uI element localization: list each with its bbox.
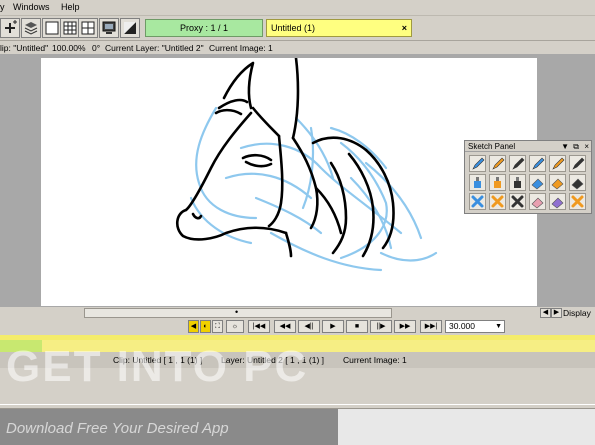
horse-sketch (176, 56, 438, 272)
pencil-orange-icon[interactable] (489, 155, 506, 172)
zoom-info: 100.00% (52, 43, 86, 53)
sketch-panel-title: Sketch Panel (468, 142, 516, 151)
menu-bar: y Windows Help (0, 0, 595, 16)
dropdown-icon[interactable]: ▼ (561, 141, 569, 152)
last-frame-button[interactable]: ▶▶| (420, 320, 442, 333)
eraser-dark-icon[interactable] (569, 174, 586, 191)
stop-button[interactable]: ■ (346, 320, 368, 333)
document-tab-label: Untitled (1) (271, 23, 316, 33)
monitor-icon[interactable] (99, 18, 119, 38)
gradient-icon[interactable] (120, 18, 140, 38)
main-toolbar: Proxy : 1 / 1 Untitled (1) × (0, 16, 595, 41)
step-forward-button[interactable]: ||▶ (370, 320, 392, 333)
frame-rate-value: 30.000 (449, 321, 475, 331)
angle-info: 0° (92, 43, 101, 53)
scroll-track[interactable]: • (84, 307, 392, 318)
watermark-tagline: Download Free Your Desired App (6, 420, 229, 437)
pencil-dark-icon[interactable] (509, 155, 526, 172)
eraser-pink-icon[interactable] (529, 193, 546, 210)
clear-dark-icon[interactable] (509, 193, 526, 210)
fast-forward-button[interactable]: ▶▶ (394, 320, 416, 333)
chevron-down-icon[interactable]: ▼ (495, 321, 502, 332)
sketch-panel-header[interactable]: Sketch Panel ▼ ⧉ × (465, 141, 591, 152)
rewind-button[interactable]: ◀◀ (274, 320, 296, 333)
horizontal-scrollbar: • ◀ ▶ Display (0, 307, 595, 319)
close-icon[interactable]: × (584, 141, 589, 152)
ink-orange-icon[interactable] (489, 174, 506, 191)
first-frame-button[interactable]: |◀◀ (248, 320, 270, 333)
clear-multi-icon[interactable] (569, 193, 586, 210)
eraser-purple-icon[interactable] (549, 193, 566, 210)
frame-rate-select[interactable]: 30.000 ▼ (445, 320, 505, 333)
document-tab[interactable]: Untitled (1) × (266, 19, 412, 37)
brush-blue-icon[interactable] (529, 155, 546, 172)
single-view-icon[interactable] (42, 18, 62, 38)
drawing-canvas[interactable] (41, 56, 537, 306)
sketch-panel[interactable]: Sketch Panel ▼ ⧉ × (464, 140, 592, 214)
scroll-thumb[interactable]: • (235, 307, 238, 317)
divider (0, 404, 595, 405)
brush-dark-icon[interactable] (569, 155, 586, 172)
split-view-icon[interactable] (78, 18, 98, 38)
current-layer-info: Current Layer: "Untitled 2" (105, 43, 204, 53)
menu-help[interactable]: Help (61, 2, 80, 12)
current-image-info: Current Image: 1 (209, 43, 273, 53)
scroll-left-icon[interactable]: ◀ (540, 308, 551, 318)
display-label[interactable]: Display (563, 308, 591, 318)
clip-info: lip: "Untitled" (0, 43, 49, 53)
menu-windows[interactable]: Windows (13, 2, 50, 12)
step-back-button[interactable]: ◀|| (298, 320, 320, 333)
onion-skin-icon[interactable]: ⛶ (212, 320, 223, 333)
close-icon[interactable]: × (402, 20, 407, 36)
proxy-indicator[interactable]: Proxy : 1 / 1 (145, 19, 263, 37)
brush-orange-icon[interactable] (549, 155, 566, 172)
watermark-logo: GET INTO PC (6, 342, 309, 391)
ink-dark-icon[interactable] (509, 174, 526, 191)
transport-bar: ◀ ◐ ⛶ ☼ |◀◀ ◀◀ ◀|| ▶ ■ ||▶ ▶▶ ▶▶| 30.000… (0, 319, 595, 335)
restore-icon[interactable]: ⧉ (573, 141, 579, 152)
status-current-image: Current Image: 1 (343, 355, 407, 365)
add-icon[interactable] (0, 18, 20, 38)
speaker-icon[interactable]: ◀ (188, 320, 199, 333)
menu-view-partial[interactable]: y (0, 2, 5, 12)
layer-strip-empty (338, 409, 595, 445)
info-bar: lip: "Untitled" 100.00% 0° Current Layer… (0, 42, 595, 54)
play-button[interactable]: ▶ (322, 320, 344, 333)
eraser-orange-icon[interactable] (549, 174, 566, 191)
layers-icon[interactable] (21, 18, 41, 38)
pencil-blue-icon[interactable] (469, 155, 486, 172)
workspace: Sketch Panel ▼ ⧉ × (0, 54, 595, 307)
clear-orange-icon[interactable] (489, 193, 506, 210)
grid-view-icon[interactable] (60, 18, 80, 38)
clear-blue-icon[interactable] (469, 193, 486, 210)
scroll-right-icon[interactable]: ▶ (551, 308, 562, 318)
ink-blue-icon[interactable] (469, 174, 486, 191)
loop-icon[interactable]: ◐ (200, 320, 211, 333)
light-table-icon[interactable]: ☼ (226, 320, 244, 333)
eraser-blue-icon[interactable] (529, 174, 546, 191)
